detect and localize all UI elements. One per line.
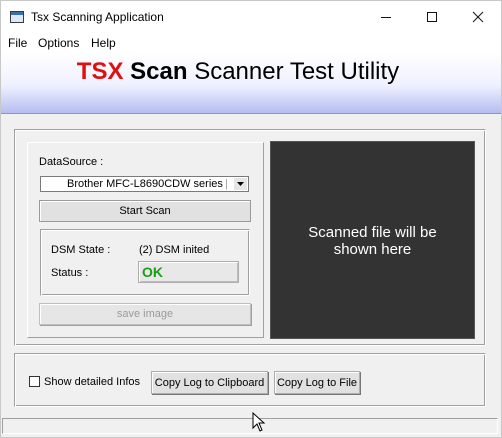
preview-placeholder-line2: shown here xyxy=(333,241,412,258)
menu-bar: File Options Help xyxy=(1,33,501,53)
minimize-icon xyxy=(381,17,391,18)
preview-placeholder: Scanned file will be shown here xyxy=(271,224,474,258)
heading-scan: Scan xyxy=(130,58,188,85)
status-value: OK xyxy=(142,264,163,280)
show-detailed-label[interactable]: Show detailed Infos xyxy=(44,376,140,388)
chevron-down-icon[interactable] xyxy=(234,178,247,190)
heading-tsx: TSX xyxy=(76,58,124,85)
copy-log-clipboard-button[interactable]: Copy Log to Clipboard xyxy=(151,371,268,394)
maximize-button[interactable] xyxy=(409,1,455,33)
menu-help[interactable]: Help xyxy=(91,36,116,50)
close-button[interactable] xyxy=(455,1,501,33)
datasource-select[interactable]: Brother MFC-L8690CDW series [ xyxy=(40,176,249,192)
status-label: Status : xyxy=(51,267,89,279)
dsm-state-value: (2) DSM inited xyxy=(139,244,210,256)
app-heading: TSX Scan Scanner Test Utility xyxy=(1,58,475,86)
datasource-label: DataSource : xyxy=(39,156,104,168)
start-scan-button[interactable]: Start Scan xyxy=(39,200,251,222)
preview-placeholder-line1: Scanned file will be xyxy=(308,224,437,241)
header-banner: TSX Scan Scanner Test Utility xyxy=(1,53,501,114)
heading-subtitle: Scanner Test Utility xyxy=(194,58,400,85)
menu-options[interactable]: Options xyxy=(38,36,79,50)
maximize-icon xyxy=(427,12,437,22)
copy-log-file-button[interactable]: Copy Log to File xyxy=(274,371,360,394)
app-window-icon xyxy=(10,11,24,23)
show-detailed-checkbox[interactable] xyxy=(29,376,40,387)
save-image-button[interactable]: save image xyxy=(39,303,251,325)
status-indicator: OK xyxy=(138,261,239,283)
datasource-selected-value: Brother MFC-L8690CDW series [ xyxy=(67,178,227,190)
window-title: Tsx Scanning Application xyxy=(31,10,164,24)
minimize-button[interactable] xyxy=(363,1,409,33)
dsm-state-label: DSM State : xyxy=(51,244,111,256)
title-bar[interactable]: Tsx Scanning Application xyxy=(1,1,501,33)
mouse-cursor-icon xyxy=(252,412,266,432)
scan-preview-area: Scanned file will be shown here xyxy=(270,141,475,339)
close-icon xyxy=(472,11,484,23)
menu-file[interactable]: File xyxy=(8,36,27,50)
status-bar xyxy=(2,418,498,434)
